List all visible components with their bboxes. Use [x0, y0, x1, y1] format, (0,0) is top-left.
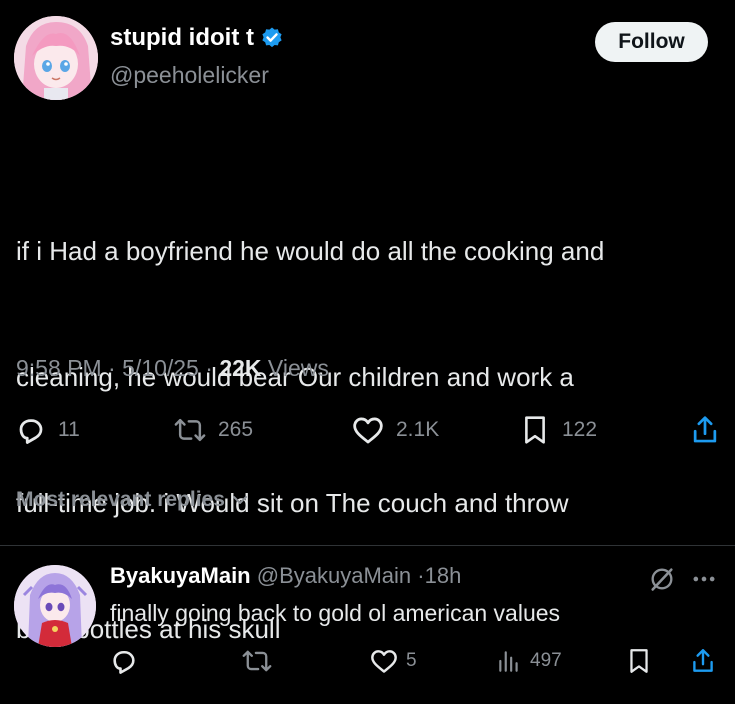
anime-avatar-image: [14, 565, 96, 647]
reply-action[interactable]: 11: [16, 412, 80, 448]
author-display-name[interactable]: stupid idoit t: [110, 24, 254, 52]
grok-icon: [651, 568, 673, 591]
anime-avatar-image: [14, 16, 98, 100]
meta-separator: ·: [108, 355, 116, 381]
reply-author-avatar[interactable]: [14, 565, 96, 647]
repost-action[interactable]: 265: [174, 412, 253, 448]
views-count: 22K: [219, 355, 262, 381]
reply-author-handle[interactable]: @ByakuyaMain: [257, 563, 411, 588]
bookmark-icon: [525, 416, 545, 444]
author-avatar[interactable]: [14, 16, 98, 100]
reply-count: 11: [58, 418, 80, 441]
reply-icon: [19, 419, 43, 444]
like-action[interactable]: 2.1K: [352, 412, 439, 448]
divider: [0, 545, 735, 546]
reply-like-action[interactable]: 5: [370, 646, 417, 676]
analytics-icon: [499, 651, 518, 672]
meta-separator: ·: [205, 355, 213, 381]
reply-views-action[interactable]: 497: [496, 646, 562, 676]
reply-view-count: 497: [530, 650, 562, 671]
follow-button[interactable]: Follow: [595, 22, 708, 62]
bookmark-action[interactable]: 122: [520, 412, 597, 448]
reply-author-name[interactable]: ByakuyaMain: [110, 563, 251, 588]
heart-icon: [353, 417, 383, 444]
repost-icon: [242, 650, 272, 672]
views-label: Views: [267, 355, 329, 381]
reply-reply-action[interactable]: [110, 646, 138, 676]
ellipsis-icon: [693, 576, 715, 582]
heart-icon: [371, 650, 397, 673]
grok-button[interactable]: [648, 565, 676, 593]
reply-icon: [113, 650, 135, 674]
share-icon: [693, 416, 717, 443]
bookmark-icon: [630, 649, 648, 673]
reply-like-count: 5: [406, 650, 417, 671]
repost-count: 265: [218, 418, 254, 441]
reply-header: ByakuyaMain @ByakuyaMain ·18h: [110, 563, 461, 589]
like-count: 2.1K: [396, 418, 440, 441]
tweet-time[interactable]: 9:58 PM: [16, 355, 102, 381]
reply-text: finally going back to gold ol american v…: [110, 600, 561, 626]
reply-bookmark-action[interactable]: [626, 646, 652, 676]
reply-repost-action[interactable]: [242, 646, 272, 676]
share-icon: [693, 649, 713, 672]
verified-icon: [262, 27, 282, 48]
tweet-date[interactable]: 5/10/25: [122, 355, 199, 381]
reply-share-action[interactable]: [690, 646, 716, 676]
bookmark-count: 122: [562, 418, 598, 441]
reply-age[interactable]: 18h: [425, 563, 462, 588]
repost-icon: [174, 418, 206, 442]
meta-separator: ·: [417, 563, 425, 588]
share-action[interactable]: [690, 412, 720, 448]
author-display-name-row[interactable]: stupid idoit t: [110, 24, 284, 52]
replies-sort-label: Most relevant replies: [16, 488, 225, 511]
author-handle[interactable]: @peeholelicker: [110, 62, 269, 89]
more-options-button[interactable]: [690, 565, 718, 593]
tweet-meta: 9:58 PM · 5/10/25 · 22K Views: [16, 355, 329, 382]
chevron-down-icon: [232, 496, 247, 504]
tweet-line: if i Had a boyfriend he would do all the…: [16, 236, 605, 266]
replies-sort-dropdown[interactable]: Most relevant replies: [16, 488, 249, 512]
